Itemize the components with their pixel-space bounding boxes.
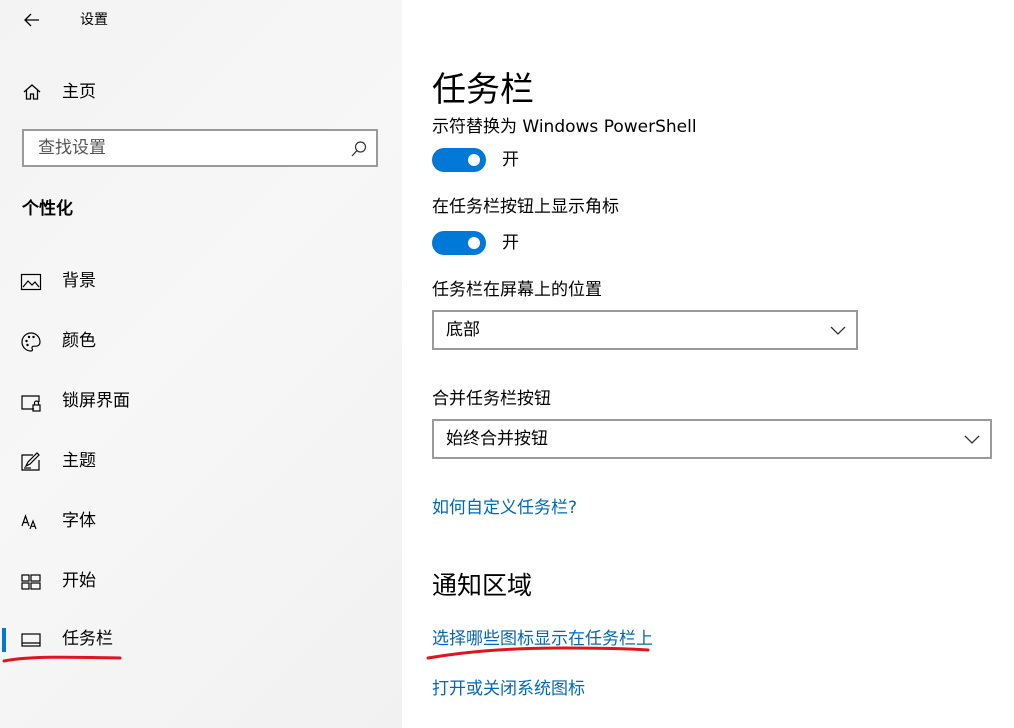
sidebar-item-home[interactable]: 主页 bbox=[0, 72, 402, 112]
sidebar-item-label: 背景 bbox=[62, 271, 96, 291]
setting-label-powershell: 示符替换为 Windows PowerShell bbox=[432, 117, 697, 134]
sidebar-item-start[interactable]: 开始 bbox=[0, 560, 402, 604]
home-icon bbox=[23, 84, 41, 100]
select-value: 底部 bbox=[446, 320, 480, 340]
chevron-down-icon bbox=[830, 326, 846, 335]
back-button[interactable] bbox=[18, 6, 46, 34]
toggle-state: 开 bbox=[502, 233, 519, 253]
sidebar-item-label: 主题 bbox=[62, 451, 96, 471]
toggle-knob bbox=[468, 154, 480, 166]
lock-screen-icon bbox=[21, 395, 41, 412]
sidebar-item-label: 颜色 bbox=[62, 331, 96, 351]
sidebar: 设置 主页 个性化 背景 颜色 bbox=[0, 0, 402, 728]
setting-label-badges: 在任务栏按钮上显示角标 bbox=[432, 197, 619, 217]
taskbar-position-select[interactable]: 底部 bbox=[432, 310, 858, 350]
customize-taskbar-help-link[interactable]: 如何自定义任务栏? bbox=[432, 497, 577, 519]
notification-area-heading: 通知区域 bbox=[432, 571, 533, 600]
font-icon bbox=[21, 514, 37, 530]
sidebar-item-label: 任务栏 bbox=[62, 629, 113, 649]
chevron-down-icon bbox=[964, 435, 980, 444]
back-arrow-icon bbox=[24, 13, 39, 27]
sidebar-item-fonts[interactable]: 字体 bbox=[0, 500, 402, 544]
search-box bbox=[22, 129, 378, 167]
powershell-toggle[interactable] bbox=[432, 148, 486, 172]
taskbar-icon bbox=[21, 633, 41, 647]
toggle-state: 开 bbox=[502, 150, 519, 170]
select-taskbar-icons-link[interactable]: 选择哪些图标显示在任务栏上 bbox=[432, 628, 653, 650]
sidebar-item-label: 开始 bbox=[62, 571, 96, 591]
system-icons-toggle-link[interactable]: 打开或关闭系统图标 bbox=[432, 678, 585, 700]
theme-icon bbox=[21, 452, 40, 471]
sidebar-item-label: 主页 bbox=[62, 82, 96, 102]
badges-toggle[interactable] bbox=[432, 231, 486, 255]
page-title: 任务栏 bbox=[432, 70, 534, 110]
toggle-knob bbox=[468, 237, 480, 249]
select-value: 始终合并按钮 bbox=[446, 429, 548, 449]
search-input[interactable] bbox=[24, 131, 348, 165]
combine-buttons-select[interactable]: 始终合并按钮 bbox=[432, 419, 992, 459]
search-icon[interactable] bbox=[350, 140, 368, 158]
app-title: 设置 bbox=[80, 12, 108, 28]
sidebar-item-background[interactable]: 背景 bbox=[0, 260, 402, 304]
sidebar-item-label: 锁屏界面 bbox=[62, 391, 130, 411]
sidebar-item-themes[interactable]: 主题 bbox=[0, 440, 402, 484]
sidebar-item-colors[interactable]: 颜色 bbox=[0, 320, 402, 364]
sidebar-item-lock-screen[interactable]: 锁屏界面 bbox=[0, 380, 402, 424]
picture-icon bbox=[20, 273, 42, 291]
start-icon bbox=[21, 574, 41, 590]
active-indicator bbox=[2, 628, 6, 652]
palette-icon bbox=[21, 332, 41, 352]
sidebar-item-taskbar[interactable]: 任务栏 bbox=[0, 618, 402, 662]
taskbar-position-label: 任务栏在屏幕上的位置 bbox=[432, 280, 602, 300]
sidebar-item-label: 字体 bbox=[62, 511, 96, 531]
main-content: 任务栏 示符替换为 Windows PowerShell 开 在任务栏按钮上显示… bbox=[402, 0, 1014, 728]
section-heading: 个性化 bbox=[22, 199, 73, 219]
combine-buttons-label: 合并任务栏按钮 bbox=[432, 389, 551, 409]
